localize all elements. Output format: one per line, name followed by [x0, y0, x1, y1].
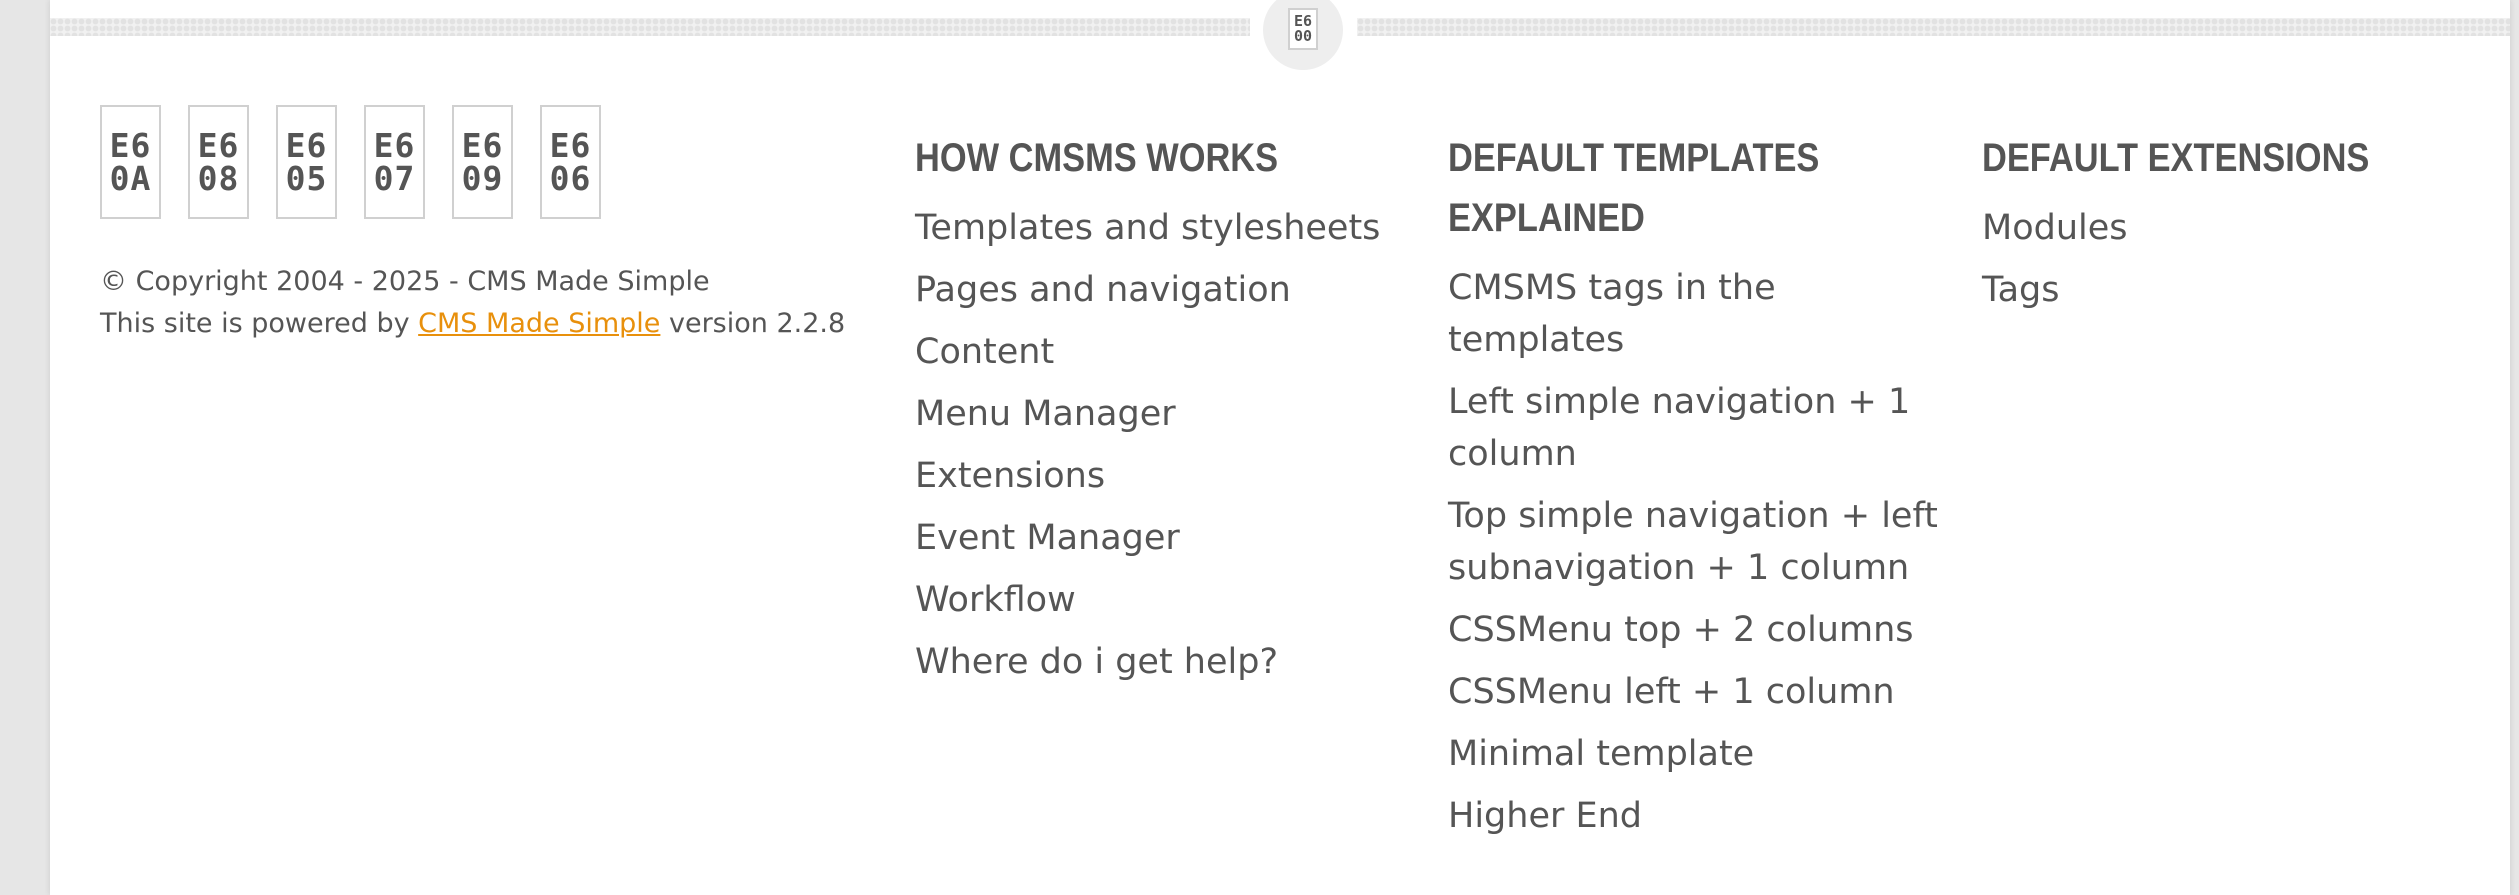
footer-link[interactable]: Pages and navigation [915, 264, 1395, 316]
footer-link[interactable]: Menu Manager [915, 388, 1395, 440]
youtube-icon[interactable]: E6 09 [452, 105, 513, 219]
footer-link[interactable]: CMSMS tags in the templates [1448, 262, 1938, 366]
footer-link[interactable]: Extensions [915, 450, 1395, 502]
footer-link[interactable]: Tags [1982, 264, 2462, 316]
default-extensions-column: DEFAULT EXTENSIONS Modules Tags [1982, 128, 2462, 326]
footer-link[interactable]: Minimal template [1448, 728, 1938, 780]
link-list: Modules Tags [1982, 202, 2462, 316]
footer-link[interactable]: Event Manager [915, 512, 1395, 564]
footer-link[interactable]: Templates and stylesheets [915, 202, 1395, 254]
linkedin-icon[interactable]: E6 05 [276, 105, 337, 219]
footer-link[interactable]: Where do i get help? [915, 636, 1395, 688]
footer-link[interactable]: Top simple navigation + left subnavigati… [1448, 490, 1938, 594]
footer-link[interactable]: CSSMenu left + 1 column [1448, 666, 1938, 718]
dotted-divider-right [1357, 18, 2510, 36]
footer-link[interactable]: Modules [1982, 202, 2462, 254]
how-cmsms-works-column: HOW CMSMS WORKS Templates and stylesheet… [915, 128, 1395, 698]
column-heading: DEFAULT EXTENSIONS [1982, 136, 2370, 180]
column-heading: DEFAULT TEMPLATES EXPLAINED [1448, 136, 1820, 240]
link-list: CMSMS tags in the templates Left simple … [1448, 262, 1938, 842]
copyright-text: © Copyright 2004 - 2025 - CMS Made Simpl… [100, 266, 710, 297]
facebook-icon[interactable]: E6 0A [100, 105, 161, 219]
scroll-to-top-button[interactable]: E6 00 [1263, 0, 1343, 70]
dotted-divider-left [50, 18, 1250, 36]
copyright-block: © Copyright 2004 - 2025 - CMS Made Simpl… [100, 261, 845, 345]
arrow-up-icon: E6 00 [1288, 8, 1318, 50]
column-heading: HOW CMSMS WORKS [915, 136, 1279, 180]
footer-link[interactable]: Higher End [1448, 790, 1938, 842]
cms-made-simple-link[interactable]: CMS Made Simple [418, 308, 660, 339]
powered-by-text: This site is powered by CMS Made Simple … [100, 308, 846, 339]
social-icons: E6 0A E6 08 E6 05 E6 07 E6 09 E6 06 [100, 105, 601, 219]
footer: E6 00 E6 0A E6 08 E6 05 E6 07 E6 09 E6 0… [50, 0, 2510, 895]
link-list: Templates and stylesheets Pages and navi… [915, 202, 1395, 688]
footer-link[interactable]: Workflow [915, 574, 1395, 626]
footer-link[interactable]: Content [915, 326, 1395, 378]
default-templates-column: DEFAULT TEMPLATES EXPLAINED CMSMS tags i… [1448, 128, 1938, 852]
google-plus-icon[interactable]: E6 07 [364, 105, 425, 219]
rss-icon[interactable]: E6 06 [540, 105, 601, 219]
footer-link[interactable]: CSSMenu top + 2 columns [1448, 604, 1938, 656]
footer-link[interactable]: Left simple navigation + 1 column [1448, 376, 1938, 480]
twitter-icon[interactable]: E6 08 [188, 105, 249, 219]
